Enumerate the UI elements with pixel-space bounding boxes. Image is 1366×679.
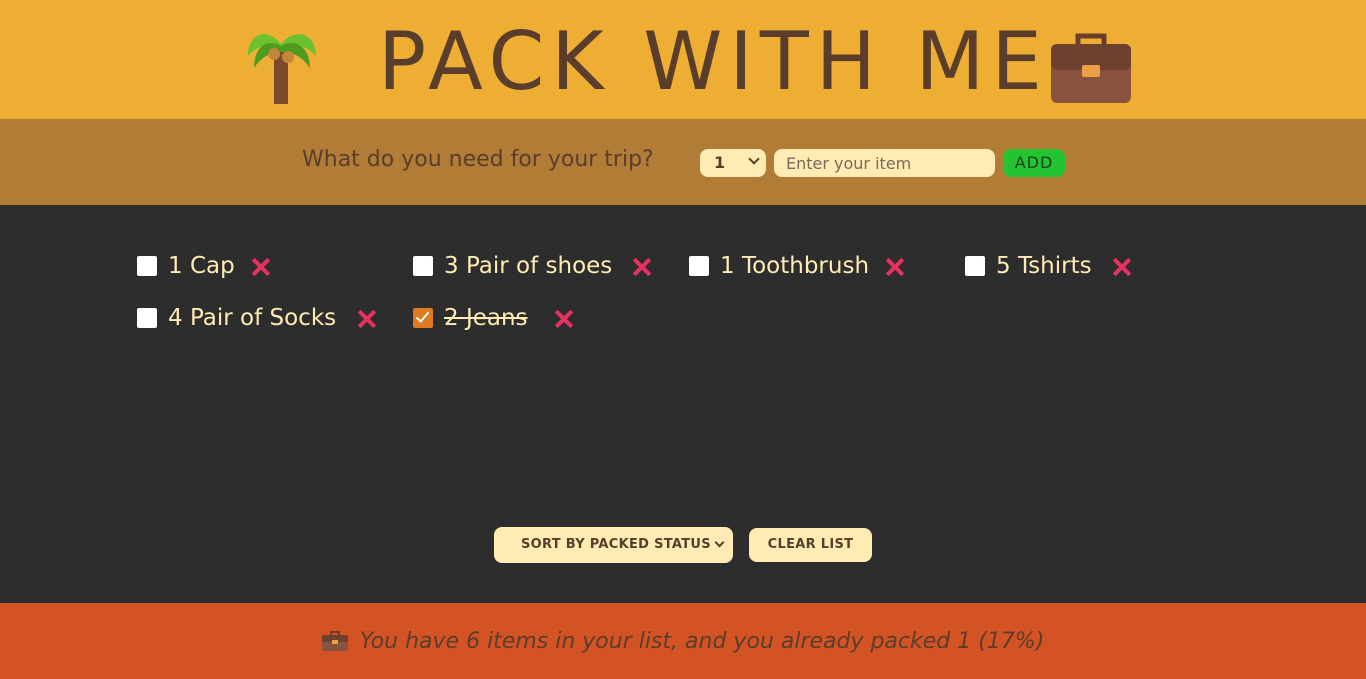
item-checkbox[interactable] — [413, 308, 433, 328]
briefcase-icon — [321, 631, 348, 651]
item-label: 3 Pair of shoes — [444, 253, 613, 279]
quantity-select[interactable]: 1 — [700, 149, 766, 177]
delete-icon[interactable] — [1111, 256, 1133, 278]
quantity-value: 1 — [714, 153, 726, 172]
app-title: PACK WITH ME — [378, 15, 1049, 108]
item-checkbox[interactable] — [965, 256, 985, 276]
item-checkbox[interactable] — [137, 308, 157, 328]
palm-tree-icon — [248, 34, 316, 104]
item-label: 1 Toothbrush — [720, 253, 870, 279]
chevron-down-icon — [748, 153, 760, 165]
item-label: 4 Pair of Socks — [168, 305, 337, 331]
item-label: 5 Tshirts — [996, 253, 1092, 279]
delete-icon[interactable] — [884, 256, 906, 278]
chevron-down-icon — [714, 537, 725, 548]
delete-icon[interactable] — [356, 308, 378, 330]
clear-list-button[interactable]: CLEAR LIST — [749, 528, 872, 562]
delete-icon[interactable] — [250, 256, 272, 278]
sort-select[interactable]: SORT BY PACKED STATUS — [494, 527, 733, 563]
stats-text: You have 6 items in your list, and you a… — [359, 628, 1045, 654]
delete-icon[interactable] — [553, 308, 575, 330]
form-question: What do you need for your trip? — [302, 147, 654, 172]
stats-line: You have 6 items in your list, and you a… — [0, 603, 1366, 679]
item-label: 2 Jeans — [444, 305, 528, 331]
suitcase-icon — [1051, 33, 1131, 103]
item-checkbox[interactable] — [689, 256, 709, 276]
add-button[interactable]: ADD — [1003, 149, 1065, 177]
item-checkbox[interactable] — [137, 256, 157, 276]
item-label: 1 Cap — [168, 253, 235, 279]
item-checkbox[interactable] — [413, 256, 433, 276]
stats-footer: You have 6 items in your list, and you a… — [0, 603, 1366, 679]
delete-icon[interactable] — [631, 256, 653, 278]
item-input[interactable] — [774, 149, 995, 177]
sort-value: SORT BY PACKED STATUS — [521, 537, 711, 552]
app-header: PACK WITH ME — [0, 0, 1366, 119]
add-item-form — [0, 119, 1366, 205]
